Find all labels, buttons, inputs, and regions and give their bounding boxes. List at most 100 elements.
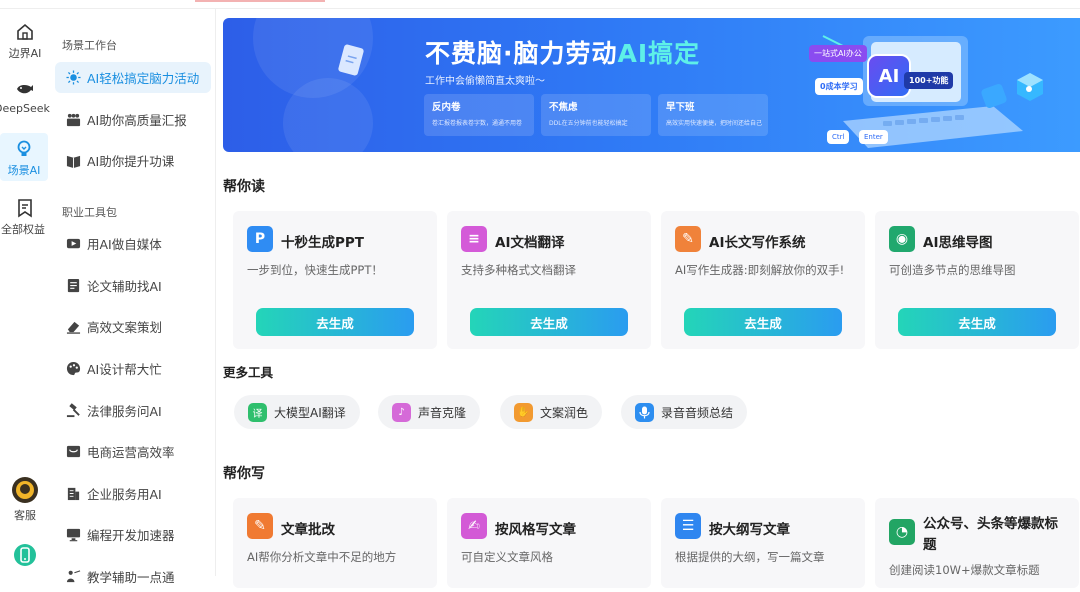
card-desc: 支持多种格式文档翻译	[461, 263, 576, 277]
sun-icon	[65, 70, 81, 86]
building-icon	[65, 486, 81, 502]
card-desc: 可创造多节点的思维导图	[889, 263, 1016, 277]
brush-icon: ✎	[675, 226, 701, 252]
banner-title: 不费脑·脑力劳动AI搞定	[425, 39, 701, 68]
tool-voice-clone[interactable]: ♪ 声音克隆	[378, 395, 481, 429]
card-mindmap[interactable]: ◉ AI思维导图 可创造多节点的思维导图 去生成	[875, 211, 1079, 349]
card-desc: AI帮你分析文章中不足的地方	[247, 550, 397, 564]
hand-icon: ✋	[514, 402, 533, 422]
card-title: 公众号、头条等爆款标 题	[923, 516, 1058, 553]
sidebar-item-label: 论文辅助找AI	[87, 279, 162, 294]
bulb-icon	[17, 140, 31, 156]
sidebar-item-label: AI设计帮大忙	[87, 362, 162, 377]
rail-label: DeepSeek	[0, 102, 50, 115]
document-icon	[65, 278, 81, 294]
generate-button[interactable]: 去生成	[898, 308, 1056, 336]
sidebar-item-label: 编程开发加速器	[87, 528, 175, 543]
shop-icon	[65, 444, 81, 460]
card-title: 按风格写文章	[495, 522, 576, 538]
chip-zero-cost: 0成本学习	[815, 78, 863, 95]
card-long-writing[interactable]: ✎ AI长文写作系统 AI写作生成器:即刻解放你的双手! 去生成	[661, 211, 865, 349]
sidebar-item-label: AI助你提升功课	[87, 154, 175, 169]
card-desc: 根据提供的大纲，写一篇文章	[675, 550, 825, 564]
rail-item-phone[interactable]	[0, 543, 50, 570]
card-style-writing[interactable]: ✍ 按风格写文章 可自定义文章风格	[447, 498, 651, 588]
card-title: AI长文写作系统	[709, 235, 806, 251]
sidebar-item-teaching[interactable]: 教学辅助一点通	[55, 561, 211, 592]
rail-label: 场景AI	[7, 164, 41, 177]
bookmark-icon	[18, 199, 32, 218]
card-outline-writing[interactable]: ☰ 按大纲写文章 根据提供的大纲，写一篇文章	[661, 498, 865, 588]
hero-banner[interactable]: 不费脑·脑力劳动AI搞定 工作中会偷懒简直太爽啦～ 反内卷 卷汇报卷报表卷字数，…	[223, 18, 1080, 152]
card-ppt[interactable]: P 十秒生成PPT 一步到位，快速生成PPT！ 去生成	[233, 211, 437, 349]
card-essay-review[interactable]: ✎ 文章批改 AI帮你分析文章中不足的地方	[233, 498, 437, 588]
sidebar-item-media[interactable]: 用AI做自媒体	[55, 228, 211, 259]
sidebar-item-study[interactable]: AI助你提升功课	[55, 145, 211, 176]
style-write-icon: ✍	[461, 513, 487, 539]
card-desc: 一步到位，快速生成PPT！	[247, 263, 383, 277]
generate-button[interactable]: 去生成	[470, 308, 628, 336]
rail-item-deepseek[interactable]: DeepSeek	[0, 79, 50, 115]
sidebar-item-report[interactable]: AI助你高质量汇报	[55, 104, 211, 135]
sidebar-item-paper[interactable]: 论文辅助找AI	[55, 270, 211, 301]
sidebar-item-brain-work[interactable]: AI轻松搞定脑力活动	[55, 62, 211, 93]
rail-item-benefits[interactable]: 全部权益	[0, 198, 50, 237]
section-more-header: 更多工具	[223, 365, 274, 380]
sidebar-item-legal[interactable]: 法律服务问AI	[55, 395, 211, 426]
rail-item-scene-ai[interactable]: 场景AI	[0, 133, 48, 181]
tool-polish[interactable]: ✋ 文案润色	[500, 395, 603, 429]
generate-button[interactable]: 去生成	[684, 308, 842, 336]
sidebar-item-label: 电商运营高效率	[87, 445, 175, 460]
palette-icon	[65, 361, 81, 377]
microphone-icon	[635, 402, 654, 422]
banner-card-anti-involution: 反内卷 卷汇报卷报表卷字数，通通不用卷	[424, 94, 534, 136]
whale-icon	[17, 84, 33, 94]
sidebar-item-copywriting[interactable]: 高效文案策划	[55, 311, 211, 342]
translate-doc-icon: ≡	[461, 226, 487, 252]
card-desc: 可自定义文章风格	[461, 550, 553, 564]
banner-subtitle: 工作中会偷懒简直太爽啦～	[425, 76, 545, 87]
sidebar-item-enterprise[interactable]: 企业服务用AI	[55, 478, 211, 509]
voice-clone-icon: ♪	[392, 402, 411, 422]
rail-label: 边界AI	[8, 47, 42, 60]
tool-audio-summary[interactable]: 录音音频总结	[621, 395, 748, 429]
generate-button[interactable]: 去生成	[256, 308, 414, 336]
section-read-header: 帮你读	[223, 179, 265, 195]
card-title: 按大纲写文章	[709, 522, 790, 538]
teacher-icon	[65, 569, 81, 585]
sidebar: 场景工作台 AI轻松搞定脑力活动 AI助你高质量汇报 AI助你提升功课 职业工具…	[50, 9, 216, 585]
rail-item-support[interactable]: 客服	[0, 476, 50, 523]
card-viral-title[interactable]: ◔ 公众号、头条等爆款标 题 创建阅读10W+爆款文章标题	[875, 498, 1079, 588]
ppt-icon: P	[247, 226, 273, 252]
rail-item-home[interactable]: 边界AI	[0, 22, 50, 61]
home-icon	[17, 23, 33, 40]
wechat-icon: ◔	[889, 519, 915, 545]
cube-decor-icon	[1017, 73, 1043, 101]
chip-one-stop: 一站式AI办公	[809, 45, 867, 62]
top-progress-line	[195, 0, 325, 2]
tool-model-translate[interactable]: 译 大模型AI翻译	[234, 395, 360, 429]
card-title: AI思维导图	[923, 235, 993, 251]
section-write-header: 帮你写	[223, 466, 265, 482]
tool-label: 文案润色	[540, 405, 589, 420]
people-icon	[65, 112, 81, 128]
card-doc-translate[interactable]: ≡ AI文档翻译 支持多种格式文档翻译 去生成	[447, 211, 651, 349]
rail-label: 客服	[14, 509, 36, 522]
mindmap-icon: ◉	[889, 226, 915, 252]
gavel-icon	[65, 403, 81, 419]
sidebar-item-label: 企业服务用AI	[87, 487, 162, 502]
tool-label: 声音克隆	[418, 405, 467, 420]
tool-label: 大模型AI翻译	[274, 405, 346, 420]
translate-icon: 译	[248, 402, 267, 422]
rail-label: 全部权益	[1, 223, 45, 236]
sidebar-item-label: 高效文案策划	[87, 320, 163, 335]
sidebar-item-ecommerce[interactable]: 电商运营高效率	[55, 436, 211, 467]
sidebar-item-coding[interactable]: 编程开发加速器	[55, 519, 211, 550]
sidebar-item-design[interactable]: AI设计帮大忙	[55, 353, 211, 384]
tool-label: 录音音频总结	[661, 405, 734, 420]
video-icon	[65, 236, 81, 252]
sidebar-item-label: 法律服务问AI	[87, 404, 162, 419]
key-enter: Enter	[859, 130, 888, 144]
banner-card-no-anxiety: 不焦虑 DDL在五分钟前也能轻松搞定	[541, 94, 651, 136]
edit-icon: ✎	[247, 513, 273, 539]
